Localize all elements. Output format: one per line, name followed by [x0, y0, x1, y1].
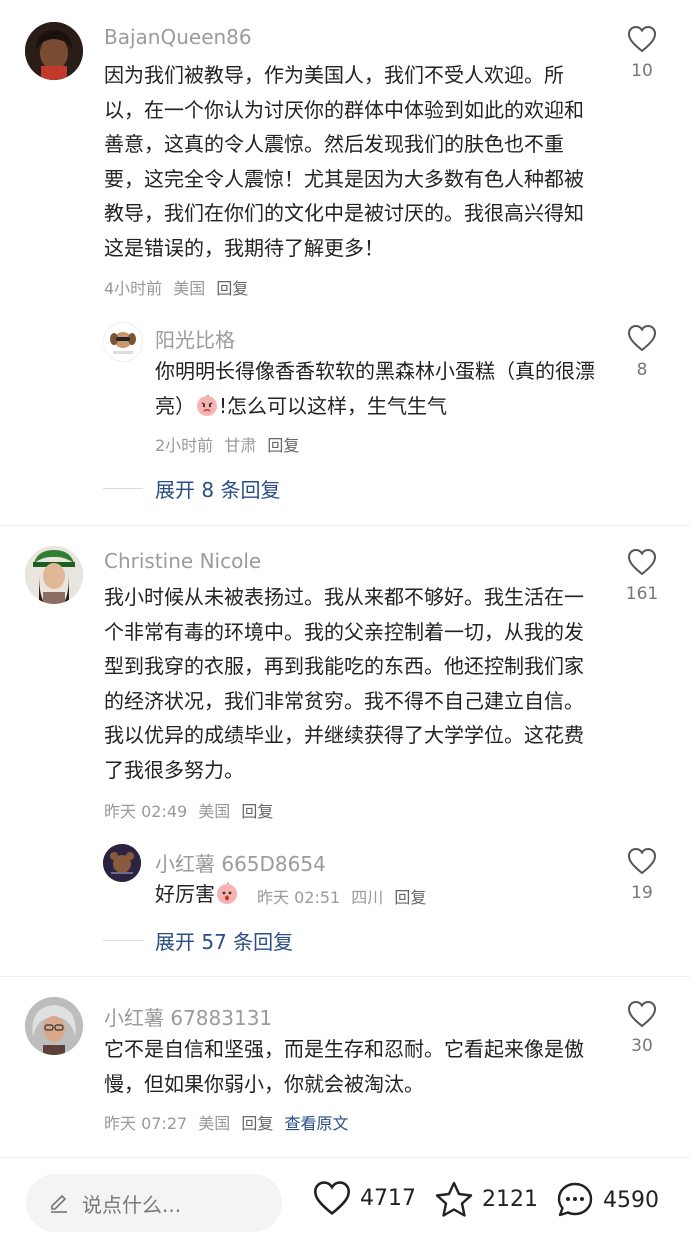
comment-location: 美国 — [198, 1114, 231, 1133]
avatar[interactable] — [25, 997, 83, 1055]
expand-replies-label: 展开 57 条回复 — [155, 930, 294, 954]
heart-icon — [627, 847, 657, 875]
comment-meta: 昨天 07:27 美国 回复 查看原文 — [104, 1110, 355, 1134]
comment-post-button[interactable]: 4590 — [555, 1180, 659, 1220]
like-count: 161 — [625, 584, 659, 604]
wow-face-emoji-icon — [217, 882, 237, 904]
heart-icon — [627, 25, 657, 53]
comment-divider — [0, 525, 690, 526]
reply-text-part: 好厉害 — [155, 882, 215, 906]
reply-meta: 2小时前 甘肃 回复 — [155, 432, 305, 456]
pencil-icon — [51, 1194, 67, 1213]
reply-location: 四川 — [351, 888, 384, 907]
post-favorite-count: 2121 — [482, 1186, 538, 1212]
avatar[interactable] — [25, 546, 83, 604]
comment-username[interactable]: BajanQueen86 — [104, 25, 252, 49]
reply-button[interactable]: 回复 — [267, 436, 299, 455]
comment-time: 昨天 07:27 — [104, 1114, 188, 1133]
like-post-button[interactable]: 4717 — [312, 1180, 416, 1216]
comment-username[interactable]: Christine Nicole — [104, 549, 261, 573]
post-like-count: 4717 — [360, 1185, 416, 1211]
expand-divider — [103, 488, 143, 489]
comment-location: 美国 — [173, 279, 206, 298]
expand-replies-button[interactable]: 展开 8 条回复 — [103, 474, 280, 503]
reply-username[interactable]: 阳光比格 — [155, 324, 235, 353]
reply-like-button[interactable]: 19 — [619, 847, 665, 903]
comment-meta: 昨天 02:49 美国 回复 — [104, 798, 279, 822]
angry-face-emoji-icon — [197, 393, 217, 416]
post-comment-count: 4590 — [603, 1187, 659, 1213]
favorite-post-button[interactable]: 2121 — [434, 1180, 538, 1218]
view-original-link[interactable]: 查看原文 — [285, 1114, 349, 1133]
reply-text-part: !怎么可以这样，生气生气 — [219, 393, 448, 418]
reply-avatar[interactable] — [103, 844, 141, 882]
reply-button[interactable]: 回复 — [241, 1114, 273, 1133]
like-count: 10 — [631, 61, 653, 81]
reply-location: 甘肃 — [224, 436, 257, 455]
comment-location: 美国 — [198, 802, 231, 821]
reply-like-button[interactable]: 8 — [619, 324, 665, 380]
reply-time: 2小时前 — [155, 436, 214, 455]
expand-replies-button[interactable]: 展开 57 条回复 — [103, 926, 293, 955]
like-button[interactable]: 10 — [619, 25, 665, 81]
bottom-action-bar: 说点什么... 4717 2121 4590 — [0, 1157, 690, 1244]
like-count: 30 — [631, 1036, 653, 1056]
like-count: 8 — [636, 360, 648, 380]
like-button[interactable]: 161 — [619, 548, 665, 604]
reply-button[interactable]: 回复 — [394, 888, 426, 907]
expand-divider — [103, 940, 143, 941]
comment-text[interactable]: 我小时候从未被表扬过。我从来都不够好。我生活在一个非常有毒的环境中。我的父亲控制… — [104, 580, 600, 787]
comment-input[interactable]: 说点什么... — [26, 1174, 282, 1232]
reply-text[interactable]: 你明明长得像香香软软的黑森林小蛋糕（真的很漂亮） !怎么可以这样，生气生气 — [155, 354, 600, 423]
comment-text[interactable]: 它不是自信和坚强，而是生存和忍耐。它看起来像是傲慢，但如果你弱小，你就会被淘汰。 — [104, 1032, 600, 1101]
star-icon — [435, 1181, 473, 1217]
comment-time: 4小时前 — [104, 279, 163, 298]
heart-icon — [627, 1000, 657, 1028]
avatar[interactable] — [25, 22, 83, 80]
reply-avatar[interactable] — [103, 322, 143, 362]
reply-button[interactable]: 回复 — [216, 279, 248, 298]
reply-button[interactable]: 回复 — [241, 802, 273, 821]
heart-icon — [627, 324, 657, 352]
chat-bubble-icon — [557, 1182, 593, 1217]
comment-text[interactable]: 因为我们被教导，作为美国人，我们不受人欢迎。所以，在一个你认为讨厌你的群体中体验… — [104, 58, 600, 265]
expand-replies-label: 展开 8 条回复 — [155, 478, 281, 502]
comment-time: 昨天 02:49 — [104, 802, 188, 821]
comment-divider — [0, 976, 690, 977]
like-button[interactable]: 30 — [619, 1000, 665, 1056]
reply-time: 昨天 02:51 — [257, 888, 341, 907]
reply-username[interactable]: 小红薯 665D8654 — [155, 848, 326, 877]
comment-meta: 4小时前 美国 回复 — [104, 275, 254, 299]
reply-meta: 昨天 02:51 四川 回复 — [257, 884, 432, 908]
comment-input-placeholder: 说点什么... — [82, 1192, 182, 1217]
heart-icon — [313, 1181, 351, 1216]
like-count: 19 — [631, 883, 653, 903]
comment-username[interactable]: 小红薯 67883131 — [104, 1002, 272, 1031]
heart-icon — [627, 548, 657, 576]
